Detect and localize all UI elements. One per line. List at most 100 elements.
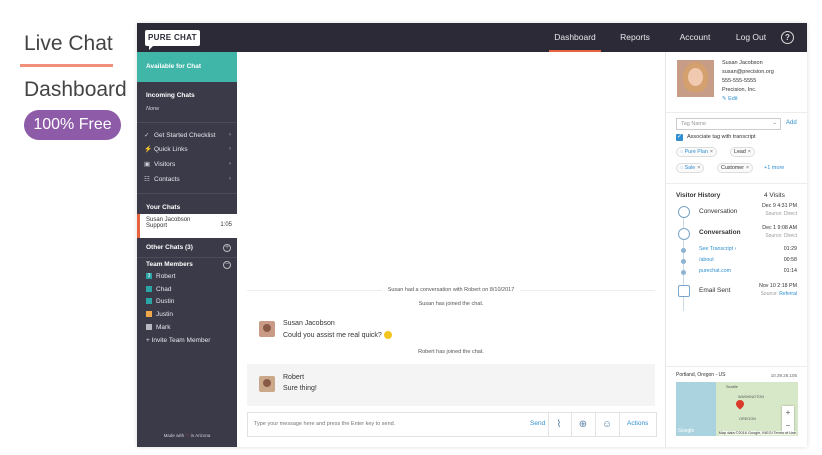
page-duration: 00:58 xyxy=(783,257,797,263)
tag-chip[interactable]: Customer × xyxy=(717,163,754,173)
see-transcript-link[interactable]: See Transcript › xyxy=(699,246,736,252)
sidebar-divider xyxy=(137,193,237,194)
sidebar-divider xyxy=(137,122,237,123)
tag-chip[interactable]: Lead × xyxy=(730,147,755,157)
system-message: Susan had a conversation with Robert on … xyxy=(237,287,665,293)
sidebar-item-label: Get Started Checklist xyxy=(154,132,216,139)
actions-button[interactable]: Actions xyxy=(627,420,648,427)
collapse-minus-icon[interactable]: − xyxy=(223,261,231,269)
top-navbar: PURE CHAT Dashboard Reports Account Log … xyxy=(137,23,807,52)
map-zoom-control[interactable]: + − xyxy=(782,406,794,432)
avatar xyxy=(259,376,275,392)
sidebar-item-quick-links[interactable]: ⚡ Quick Links › xyxy=(144,145,234,157)
timeline-dot xyxy=(681,259,686,264)
promo-title: Live Chat xyxy=(24,32,113,55)
send-button[interactable]: Send xyxy=(530,420,545,427)
tag-name-select[interactable]: Tag Name ⌄ xyxy=(676,118,781,130)
history-entry-source: Source: Referral xyxy=(761,291,797,297)
history-entry-label[interactable]: Email Sent xyxy=(699,287,730,294)
visitor-ip: 10.39.26.105 xyxy=(770,373,797,378)
nav-reports[interactable]: Reports xyxy=(615,23,655,52)
sidebar-item-contacts[interactable]: ☷ Contacts › xyxy=(144,175,234,187)
toolbar-divider xyxy=(595,413,596,436)
toolbar-divider xyxy=(571,413,572,436)
tag-chip[interactable]: ◌ Pure Plan × xyxy=(676,147,717,157)
add-canned-response-icon[interactable]: ⊕ xyxy=(577,419,589,431)
map-city-label: Seattle xyxy=(726,385,738,389)
zoom-in-button[interactable]: + xyxy=(782,406,794,419)
envelope-icon xyxy=(678,285,690,297)
expand-plus-icon[interactable]: + xyxy=(223,244,231,252)
associate-tag-checkbox[interactable]: ✓ xyxy=(676,134,683,141)
sidebar-item-label: Visitors xyxy=(154,161,176,168)
timeline-dot xyxy=(681,248,686,253)
other-chats-heading[interactable]: Other Chats (3) xyxy=(146,244,193,251)
remove-tag-icon[interactable]: × xyxy=(748,149,751,155)
sidebar-item-visitors[interactable]: ▣ Visitors › xyxy=(144,160,234,172)
nav-logout[interactable]: Log Out xyxy=(731,23,771,52)
system-message: Susan has joined the chat. xyxy=(418,301,484,307)
team-member-mark[interactable]: Mark xyxy=(146,324,170,336)
team-member-justin[interactable]: Justin xyxy=(146,311,173,323)
history-entry-source: Source: Direct xyxy=(765,233,797,239)
paperclip-icon[interactable]: ⌇ xyxy=(553,419,565,431)
team-members-heading[interactable]: Team Members xyxy=(146,261,193,268)
sidebar-divider xyxy=(137,257,237,258)
member-status-swatch xyxy=(146,324,152,331)
incoming-chats-heading: Incoming Chats xyxy=(146,92,195,99)
emoji-icon[interactable]: ☺ xyxy=(601,419,613,431)
chat-message: Robert Sure thing! xyxy=(247,364,655,406)
edit-profile-link[interactable]: ✎ Edit xyxy=(722,96,738,102)
visitor-name: Susan Jacobson xyxy=(722,60,763,66)
sidebar-item-checklist[interactable]: ✓ Get Started Checklist › xyxy=(144,131,234,143)
page-duration: 01:29 xyxy=(783,246,797,252)
purechat-logo[interactable]: PURE CHAT xyxy=(145,30,200,50)
promo-divider xyxy=(20,64,113,67)
remove-tag-icon[interactable]: × xyxy=(746,165,749,171)
invite-team-member-link[interactable]: + Invite Team Member xyxy=(146,337,210,344)
visitor-details-panel: Susan Jacobson susan@precision.org 555-5… xyxy=(665,52,807,447)
member-status-swatch xyxy=(146,298,152,305)
help-icon[interactable]: ? xyxy=(781,31,794,44)
message-input[interactable] xyxy=(254,421,514,427)
member-name: Chad xyxy=(156,286,172,293)
history-entry-source: Source: Direct xyxy=(765,211,797,217)
team-member-robert[interactable]: 3 Robert xyxy=(146,273,176,285)
message-composer: Send ⌇ ⊕ ☺ Actions xyxy=(247,412,657,437)
tag-chip[interactable]: ◌ Sale × xyxy=(676,163,705,173)
team-member-dustin[interactable]: Dustin xyxy=(146,298,174,310)
active-chat-dept: Support xyxy=(146,223,168,229)
source-value: Direct xyxy=(783,211,797,217)
availability-toggle[interactable]: Available for Chat xyxy=(137,52,237,82)
toolbar-divider xyxy=(619,413,620,436)
more-tags-link[interactable]: +1 more xyxy=(764,165,784,171)
check-icon: ✓ xyxy=(144,132,150,139)
visit-count: 4 Visits xyxy=(764,192,785,199)
active-chat-item[interactable]: Susan Jacobson Support 1:05 xyxy=(137,214,237,238)
map-region-label: WASHINGTON xyxy=(738,395,764,399)
sub-link-label: See Transcript xyxy=(699,246,734,252)
member-name: Justin xyxy=(156,311,173,318)
history-entry-label[interactable]: Conversation xyxy=(699,208,737,215)
source-label: Source: xyxy=(765,211,783,217)
active-chat-timer: 1:05 xyxy=(220,222,232,228)
chat-bubble-icon xyxy=(678,228,690,240)
source-label: Source: xyxy=(760,291,778,297)
chevron-right-icon: › xyxy=(228,175,231,182)
remove-tag-icon[interactable]: × xyxy=(697,165,700,171)
system-message: Robert has joined the chat. xyxy=(418,349,484,355)
location-map[interactable]: Seattle WASHINGTON OREGON + − Google Map… xyxy=(676,382,798,436)
nav-account[interactable]: Account xyxy=(675,23,715,52)
page-link-home[interactable]: purechat.com xyxy=(699,268,731,274)
add-tag-button[interactable]: Add xyxy=(786,120,797,126)
tag-label: Sale xyxy=(684,165,696,171)
tag-select-placeholder: Tag Name xyxy=(681,121,707,127)
panel-divider xyxy=(666,112,807,113)
page-link-about[interactable]: /about xyxy=(699,257,714,263)
sidebar-item-label: Quick Links xyxy=(154,146,188,153)
team-member-chad[interactable]: Chad xyxy=(146,286,172,298)
promo-subtitle: Dashboard xyxy=(24,78,127,101)
nav-dashboard[interactable]: Dashboard xyxy=(549,23,601,52)
history-entry-label[interactable]: Conversation xyxy=(699,229,741,236)
remove-tag-icon[interactable]: × xyxy=(710,149,713,155)
